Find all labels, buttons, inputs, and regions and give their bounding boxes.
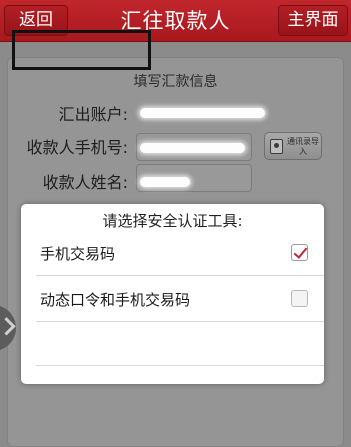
account-label: 汇出账户: — [58, 105, 128, 124]
option-sms-code[interactable]: 手机交易码 — [36, 230, 324, 276]
security-tool-dialog: 请选择安全认证工具: 手机交易码 动态口令和手机交易码 — [21, 204, 324, 384]
import-contacts-label: 通讯录导入 — [287, 137, 319, 156]
option-empty-row — [36, 322, 324, 366]
selection-highlight-box — [12, 30, 151, 70]
phone-value-masked — [140, 143, 245, 153]
option-checkbox-checked[interactable] — [291, 244, 308, 261]
option-checkbox[interactable] — [291, 290, 308, 307]
contacts-book-icon — [270, 139, 283, 154]
home-button[interactable]: 主界面 — [278, 5, 348, 36]
name-value-masked — [140, 177, 190, 187]
name-label: 收款人姓名: — [42, 173, 128, 192]
form-section-title: 填写汇款信息 — [133, 74, 218, 90]
dialog-title: 请选择安全认证工具: — [102, 212, 243, 230]
account-value-masked — [140, 108, 265, 118]
import-contacts-button[interactable]: 通讯录导入 — [264, 132, 322, 160]
option-token-and-sms-code[interactable]: 动态口令和手机交易码 — [36, 276, 324, 322]
option-label: 手机交易码 — [40, 245, 116, 263]
phone-label: 收款人手机号: — [26, 138, 128, 157]
option-label: 动态口令和手机交易码 — [40, 291, 191, 309]
